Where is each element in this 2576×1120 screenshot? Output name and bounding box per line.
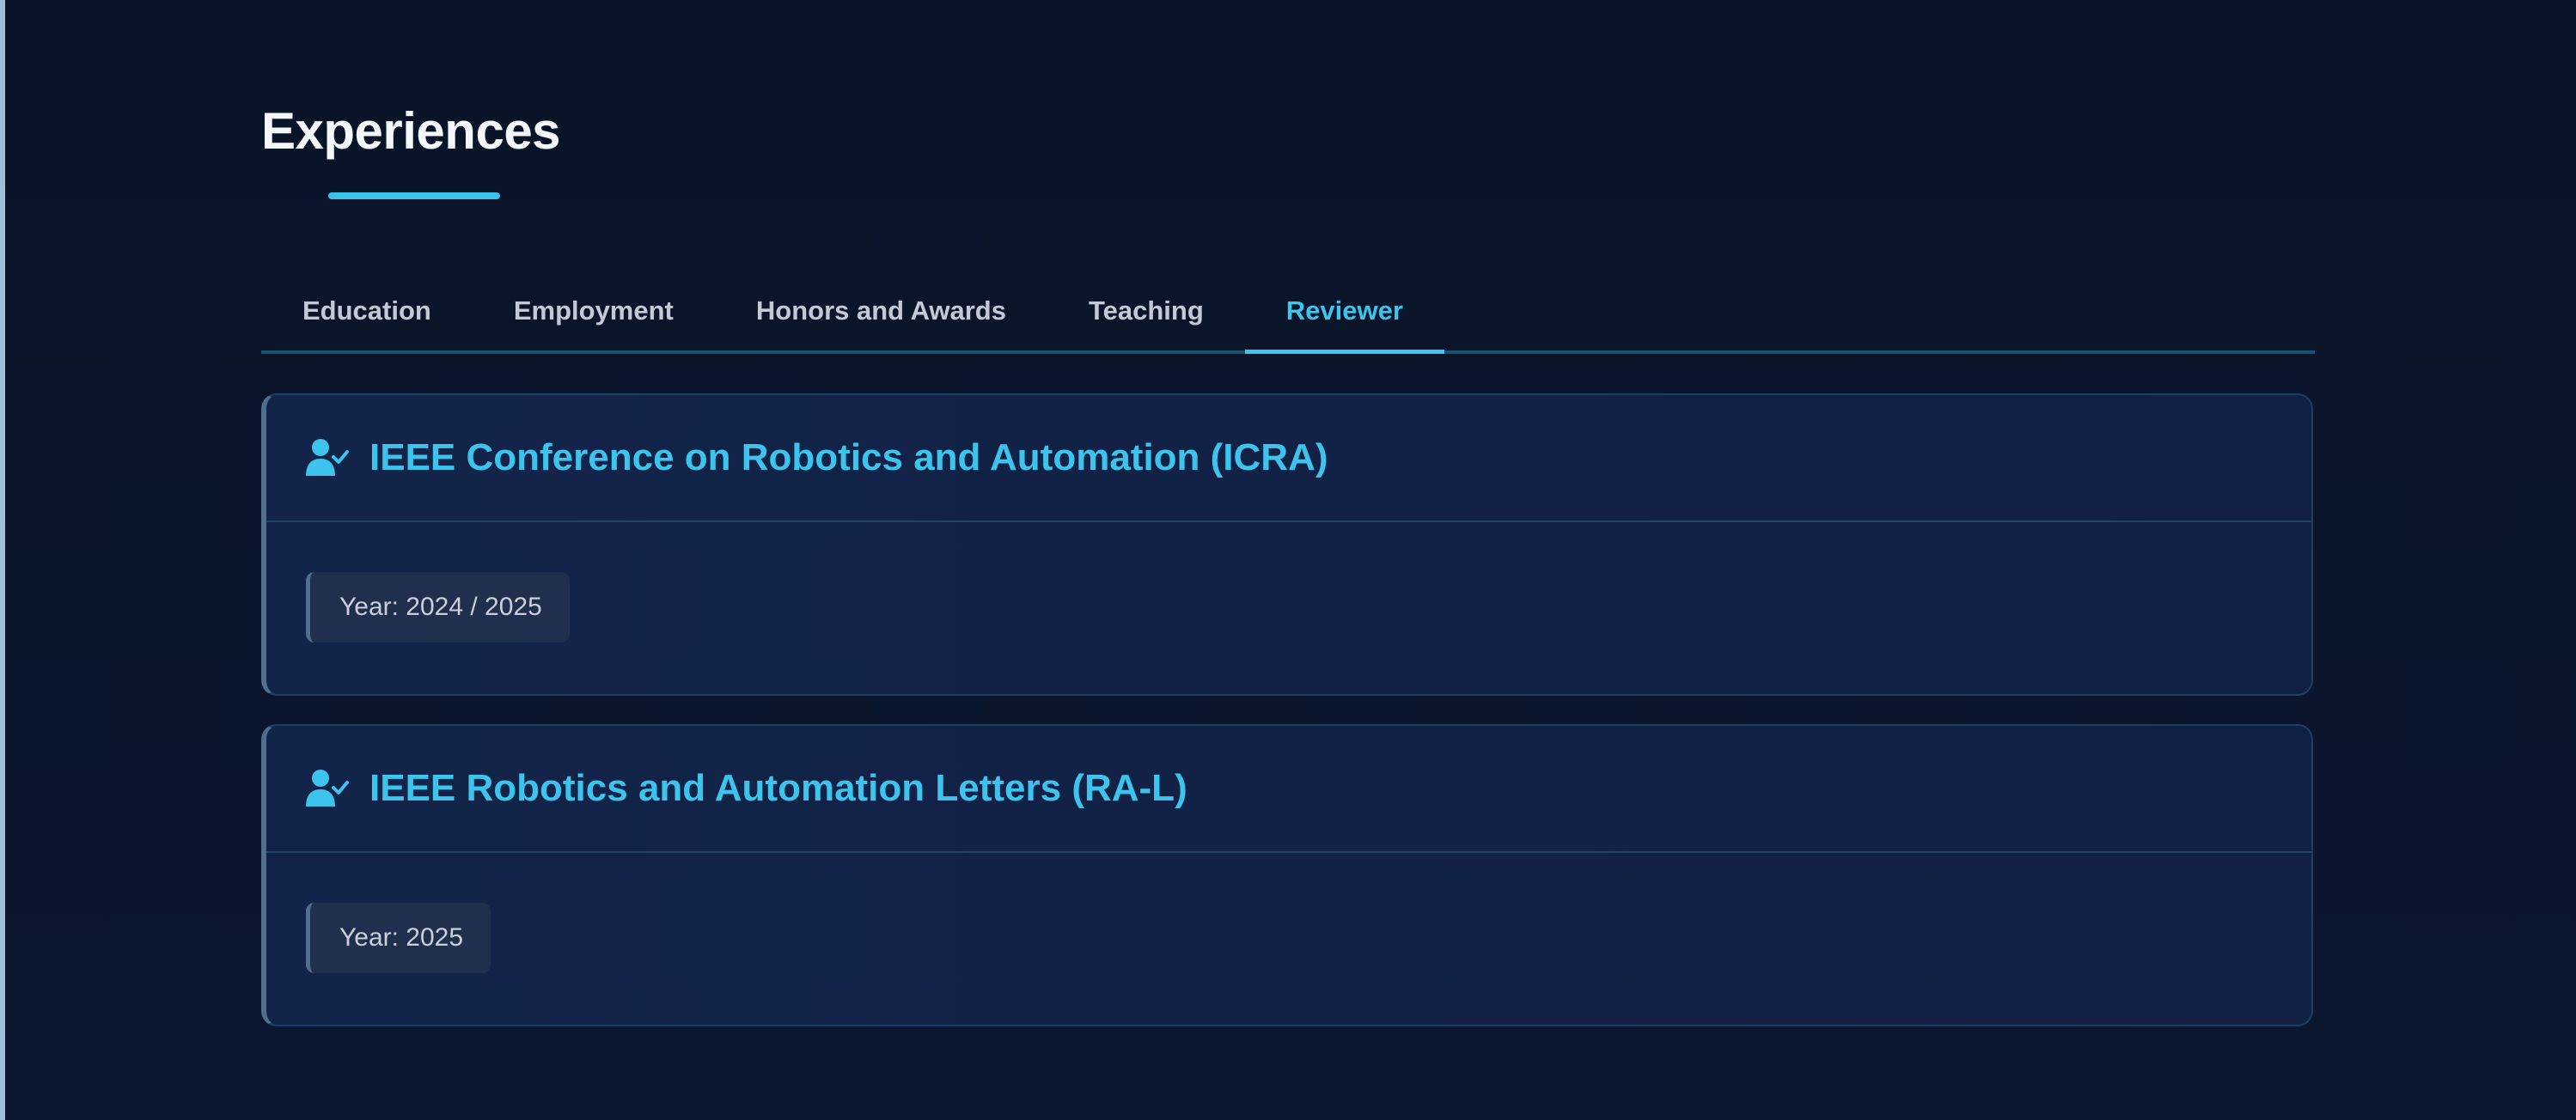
- tab-honors-and-awards[interactable]: Honors and Awards: [715, 277, 1047, 350]
- user-check-icon: [306, 769, 349, 808]
- tab-bar: Education Employment Honors and Awards T…: [261, 277, 2315, 354]
- card-body: Year: 2025: [266, 853, 2311, 973]
- tab-education[interactable]: Education: [261, 277, 473, 350]
- card-header: IEEE Robotics and Automation Letters (RA…: [266, 726, 2311, 853]
- reviewer-card: IEEE Conference on Robotics and Automati…: [261, 393, 2313, 696]
- window-left-edge: [0, 0, 5, 1120]
- card-title: IEEE Conference on Robotics and Automati…: [369, 436, 1328, 478]
- tab-employment[interactable]: Employment: [473, 277, 715, 350]
- user-check-icon: [306, 438, 349, 478]
- card-title: IEEE Robotics and Automation Letters (RA…: [369, 767, 1187, 809]
- year-badge: Year: 2025: [306, 903, 491, 973]
- year-badge: Year: 2024 / 2025: [306, 572, 570, 642]
- title-underline: [328, 192, 500, 199]
- reviewer-card: IEEE Robotics and Automation Letters (RA…: [261, 724, 2313, 1026]
- card-body: Year: 2024 / 2025: [266, 522, 2311, 642]
- tab-teaching[interactable]: Teaching: [1047, 277, 1245, 350]
- section-title: Experiences: [261, 102, 561, 160]
- card-header: IEEE Conference on Robotics and Automati…: [266, 395, 2311, 522]
- tab-reviewer[interactable]: Reviewer: [1244, 277, 1445, 354]
